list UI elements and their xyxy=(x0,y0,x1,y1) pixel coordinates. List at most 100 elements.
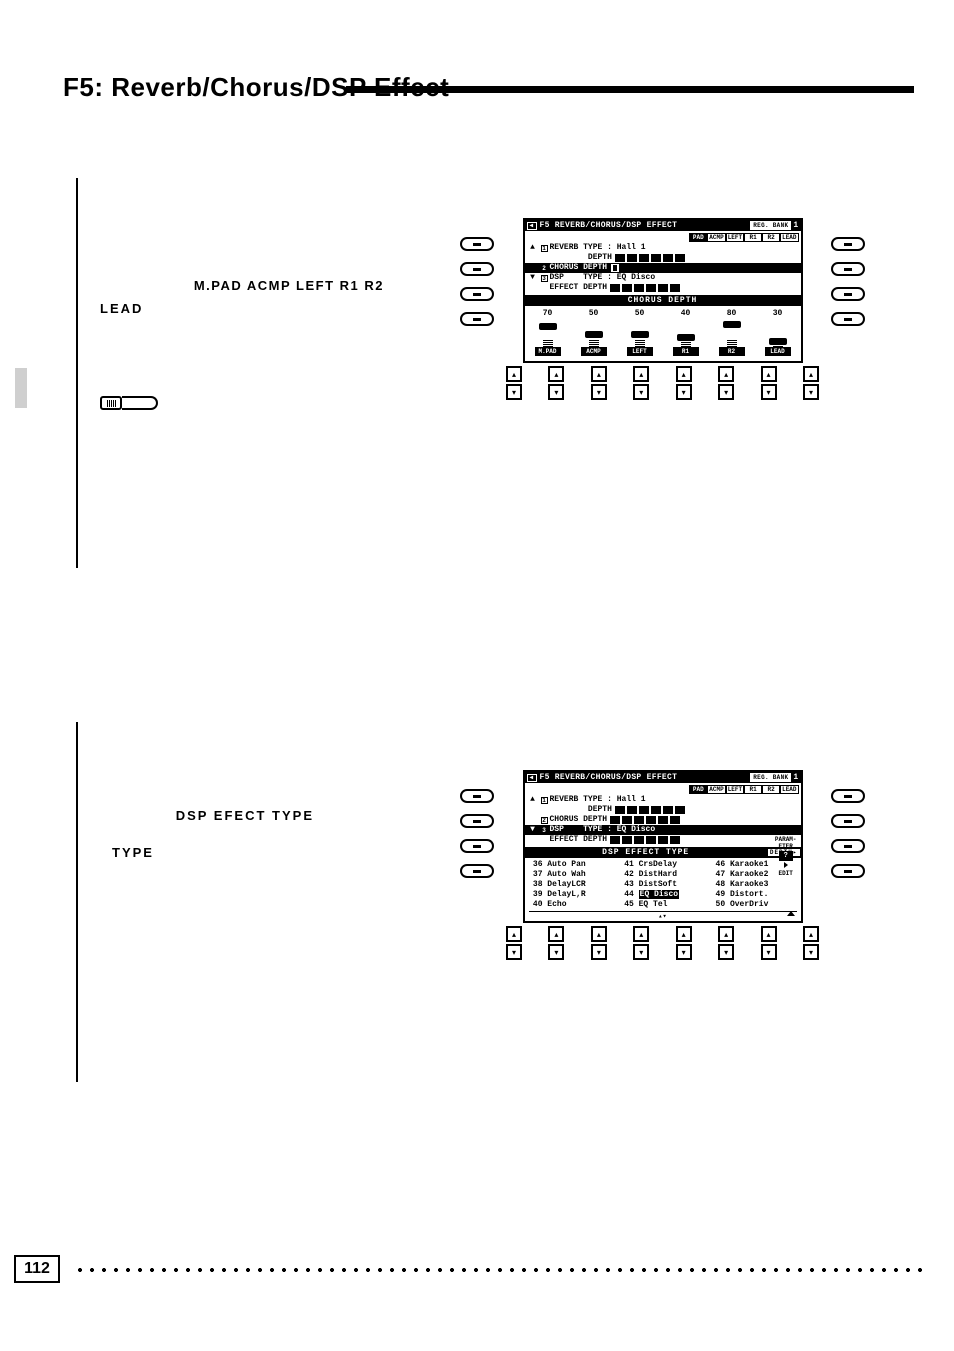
up-button[interactable]: ▴ xyxy=(591,926,607,942)
scroll-indicator[interactable]: ▴▾ xyxy=(529,911,797,921)
list-item[interactable]: 49 Distort. xyxy=(711,890,796,900)
tab-pad[interactable]: PAD xyxy=(689,785,707,794)
slider-knob[interactable] xyxy=(723,321,741,328)
down-button[interactable]: ▾ xyxy=(633,384,649,400)
down-button[interactable]: ▾ xyxy=(548,384,564,400)
tab-pad[interactable]: PAD xyxy=(689,233,707,242)
slider-track[interactable] xyxy=(773,319,783,347)
up-button[interactable]: ▴ xyxy=(633,366,649,382)
list-item[interactable]: 48 Karaoke3 xyxy=(711,880,796,890)
slider-knob[interactable] xyxy=(631,331,649,338)
up-arrow-icon[interactable]: ▲ xyxy=(527,243,539,253)
up-button[interactable]: ▴ xyxy=(761,926,777,942)
slider-knob[interactable] xyxy=(539,323,557,330)
side-button[interactable] xyxy=(460,262,494,276)
down-button[interactable]: ▾ xyxy=(761,384,777,400)
up-button[interactable]: ▴ xyxy=(506,926,522,942)
side-button[interactable] xyxy=(831,312,865,326)
list-item[interactable]: 38 DelayLCR xyxy=(529,880,614,890)
slider-knob[interactable] xyxy=(585,331,603,338)
up-button[interactable]: ▴ xyxy=(633,926,649,942)
side-button[interactable] xyxy=(460,839,494,853)
list-item[interactable]: 36 Auto Pan xyxy=(529,860,614,870)
slider[interactable]: 70 M.PAD xyxy=(532,309,564,360)
up-button[interactable]: ▴ xyxy=(676,366,692,382)
list-item[interactable]: 44 EQ Disco xyxy=(620,890,705,900)
side-button[interactable] xyxy=(831,262,865,276)
param-row-dsp-type[interactable]: ▼ 3 DSP TYPE : EQ Disco xyxy=(525,825,801,835)
side-button[interactable] xyxy=(831,814,865,828)
tab-r2[interactable]: R2 xyxy=(762,233,780,242)
side-button[interactable] xyxy=(460,814,494,828)
up-button[interactable]: ▴ xyxy=(803,366,819,382)
side-button[interactable] xyxy=(460,287,494,301)
list-item[interactable]: 45 EQ Tel xyxy=(620,900,705,910)
up-button[interactable]: ▴ xyxy=(761,366,777,382)
slider-knob[interactable] xyxy=(677,334,695,341)
down-button[interactable]: ▾ xyxy=(718,384,734,400)
slider[interactable]: 50 ACMP xyxy=(578,309,610,360)
side-button[interactable] xyxy=(831,287,865,301)
side-button[interactable] xyxy=(460,312,494,326)
side-button[interactable] xyxy=(831,237,865,251)
list-item[interactable]: 39 DelayL,R xyxy=(529,890,614,900)
tab-acmp[interactable]: ACMP xyxy=(707,233,725,242)
down-button[interactable]: ▾ xyxy=(591,384,607,400)
slider-knob[interactable] xyxy=(769,338,787,345)
down-button[interactable]: ▾ xyxy=(803,384,819,400)
tab-lead[interactable]: LEAD xyxy=(780,233,798,242)
down-button[interactable]: ▾ xyxy=(548,944,564,960)
slider-track[interactable] xyxy=(727,319,737,347)
side-button[interactable] xyxy=(460,864,494,878)
list-item[interactable]: 37 Auto Wah xyxy=(529,870,614,880)
tab-r2[interactable]: R2 xyxy=(762,785,780,794)
tab-lead[interactable]: LEAD xyxy=(780,785,798,794)
down-button[interactable]: ▾ xyxy=(676,384,692,400)
up-button[interactable]: ▴ xyxy=(548,926,564,942)
down-arrow-icon[interactable]: ▼ xyxy=(527,825,539,835)
tab-left[interactable]: LEFT xyxy=(726,785,744,794)
side-button[interactable] xyxy=(460,237,494,251)
list-item[interactable]: 41 CrsDelay xyxy=(620,860,705,870)
down-button[interactable]: ▾ xyxy=(676,944,692,960)
slider-track[interactable] xyxy=(681,319,691,347)
up-button[interactable]: ▴ xyxy=(506,366,522,382)
parameter-edit-button[interactable]: PARAM- ETER ? EDIT xyxy=(775,836,797,877)
slider[interactable]: 30 LEAD xyxy=(762,309,794,360)
row-index: 3 xyxy=(541,275,548,282)
up-button[interactable]: ▴ xyxy=(718,926,734,942)
up-button[interactable]: ▴ xyxy=(591,366,607,382)
up-arrow-icon[interactable]: ▲ xyxy=(527,795,539,805)
tab-left[interactable]: LEFT xyxy=(726,233,744,242)
tab-r1[interactable]: R1 xyxy=(744,785,762,794)
down-button[interactable]: ▾ xyxy=(803,944,819,960)
slider-track[interactable] xyxy=(543,319,553,347)
up-button[interactable]: ▴ xyxy=(676,926,692,942)
param-row-chorus-depth[interactable]: 2 CHORUS DEPTH xyxy=(525,263,801,273)
up-button[interactable]: ▴ xyxy=(548,366,564,382)
side-button[interactable] xyxy=(831,789,865,803)
list-item[interactable]: 42 DistHard xyxy=(620,870,705,880)
up-button[interactable]: ▴ xyxy=(803,926,819,942)
slider[interactable]: 40 R1 xyxy=(670,309,702,360)
slider-track[interactable] xyxy=(589,319,599,347)
up-button[interactable]: ▴ xyxy=(718,366,734,382)
slider[interactable]: 80 R2 xyxy=(716,309,748,360)
side-button[interactable] xyxy=(831,839,865,853)
down-button[interactable]: ▾ xyxy=(761,944,777,960)
list-item[interactable]: 43 DistSoft xyxy=(620,880,705,890)
down-button[interactable]: ▾ xyxy=(718,944,734,960)
down-button[interactable]: ▾ xyxy=(633,944,649,960)
tab-acmp[interactable]: ACMP xyxy=(707,785,725,794)
list-item[interactable]: 40 Echo xyxy=(529,900,614,910)
side-button[interactable] xyxy=(460,789,494,803)
side-button[interactable] xyxy=(831,864,865,878)
down-button[interactable]: ▾ xyxy=(591,944,607,960)
down-button[interactable]: ▾ xyxy=(506,384,522,400)
list-item[interactable]: 50 OverDriv xyxy=(711,900,796,910)
slider[interactable]: 50 LEFT xyxy=(624,309,656,360)
tab-r1[interactable]: R1 xyxy=(744,233,762,242)
down-arrow-icon[interactable]: ▼ xyxy=(527,273,539,283)
down-button[interactable]: ▾ xyxy=(506,944,522,960)
slider-track[interactable] xyxy=(635,319,645,347)
